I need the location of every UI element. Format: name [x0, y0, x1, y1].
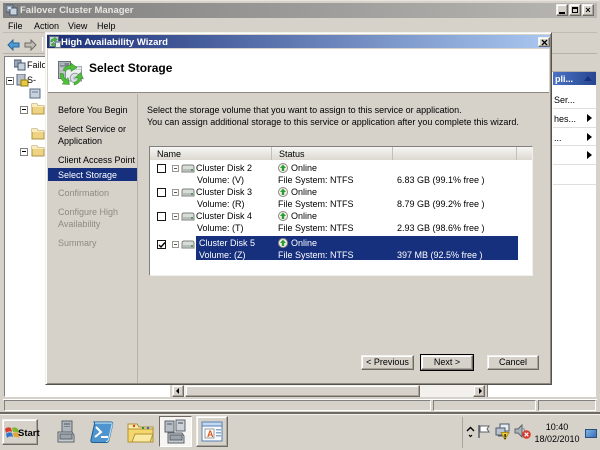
svg-text:A: A [207, 429, 214, 439]
